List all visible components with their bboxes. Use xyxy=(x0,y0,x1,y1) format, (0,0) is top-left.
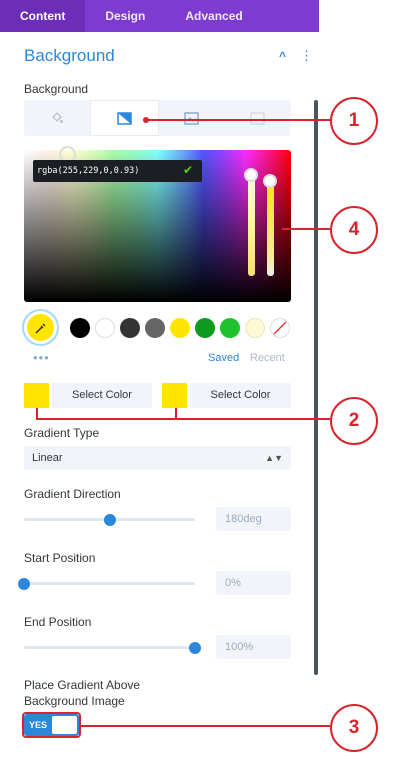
callout-1: 1 xyxy=(330,97,378,145)
callout-3: 3 xyxy=(330,704,378,752)
callout-4: 4 xyxy=(330,206,378,254)
callout-dot-1 xyxy=(143,117,149,123)
callout-line-2a xyxy=(36,408,330,420)
callout-highlight-3 xyxy=(22,712,81,738)
callout-2: 2 xyxy=(330,397,378,445)
